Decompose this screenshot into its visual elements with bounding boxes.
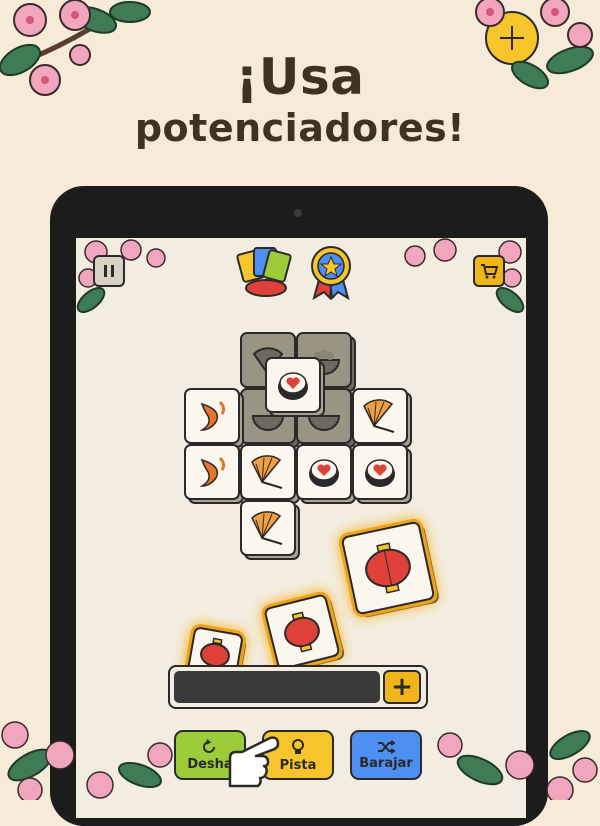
sushi-heart-icon xyxy=(365,459,395,487)
cart-icon xyxy=(481,264,498,279)
camera-icon xyxy=(294,209,302,217)
tile-sushi-heart[interactable] xyxy=(352,444,412,504)
pause-icon xyxy=(104,265,114,277)
shuffle-label: Barajar xyxy=(359,755,413,771)
tile-sushi-heart-top[interactable] xyxy=(265,357,325,417)
koi-fish-icon xyxy=(199,400,226,431)
tile-sushi-heart[interactable] xyxy=(296,444,356,504)
lightbulb-icon xyxy=(292,738,304,754)
tile-koi-fish[interactable] xyxy=(184,388,244,448)
tile-tray-slots xyxy=(174,671,380,703)
koi-fish-icon xyxy=(199,456,226,487)
tile-koi-fish[interactable] xyxy=(184,444,244,504)
sushi-heart-icon xyxy=(278,372,308,400)
headline-line-1: ¡Usa xyxy=(235,48,365,106)
tile-fan[interactable] xyxy=(240,444,300,504)
add-slot-button[interactable]: + xyxy=(383,670,421,704)
fan-icon xyxy=(251,455,283,489)
pause-button[interactable] xyxy=(93,255,125,287)
sushi-heart-icon xyxy=(309,459,339,487)
shuffle-icon xyxy=(378,739,395,754)
fan-icon xyxy=(363,399,395,433)
headline-line-2: potenciadores! xyxy=(134,106,466,150)
lantern-icon xyxy=(365,542,411,594)
lantern-icon xyxy=(284,611,320,653)
tile-lantern-flying-medium[interactable] xyxy=(263,593,346,674)
fan-icon xyxy=(251,511,283,545)
shop-button[interactable] xyxy=(473,255,505,287)
shuffle-button[interactable]: Barajar xyxy=(350,730,422,780)
blossom-corner-right-icon xyxy=(404,238,525,313)
undo-icon xyxy=(203,738,215,753)
cherry-blossom-decoration-bottom-right xyxy=(437,730,598,800)
tile-fan[interactable] xyxy=(240,500,300,560)
cards-booster-icon[interactable] xyxy=(236,246,296,298)
tile-fan[interactable] xyxy=(352,388,412,448)
pointing-hand-icon xyxy=(228,736,280,788)
cherry-blossom-decoration-bottom-left xyxy=(1,721,173,800)
tile-lantern-flying-large[interactable] xyxy=(340,520,441,619)
star-medal-icon[interactable] xyxy=(306,244,356,300)
